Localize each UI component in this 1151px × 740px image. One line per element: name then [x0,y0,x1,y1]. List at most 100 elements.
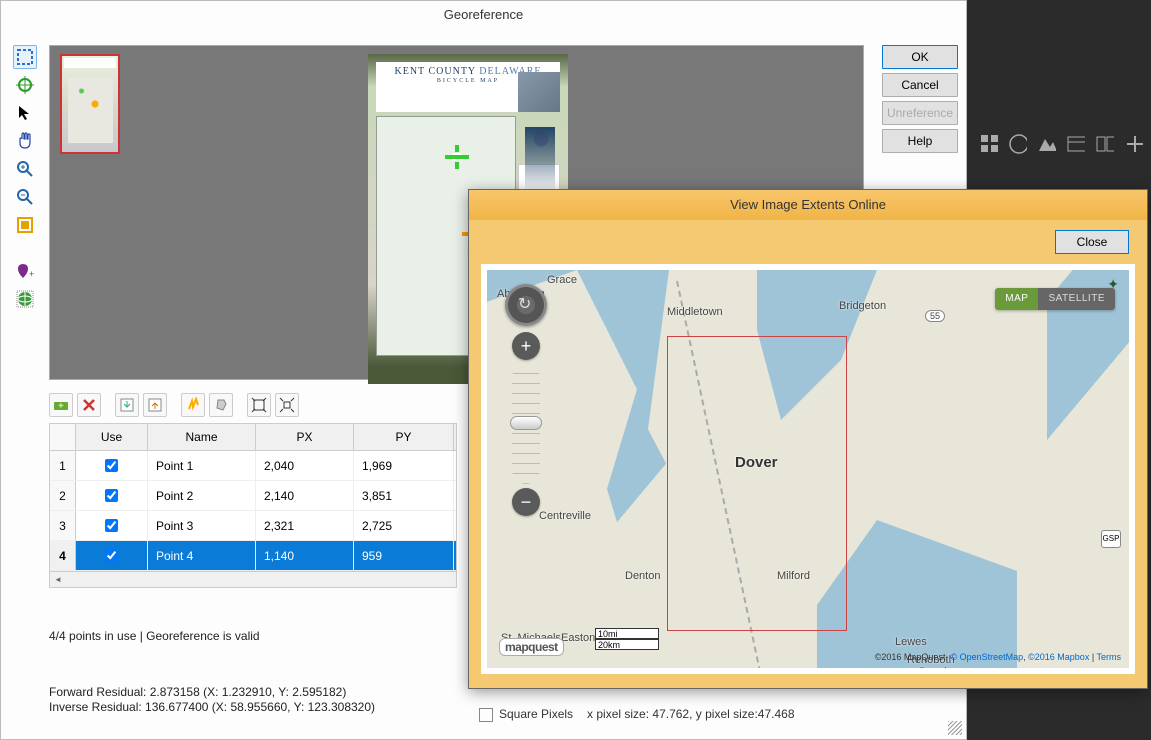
zoom-thumb[interactable] [510,416,542,430]
map-type-map[interactable]: MAP [995,288,1038,310]
mapquest-logo: mapquest [499,640,564,654]
city-label: Middletown [667,306,723,318]
map-compass-dial[interactable] [505,284,547,326]
map-attribution: ©2016 MapQuest, © OpenStreetMap, ©2016 M… [875,652,1121,662]
unreference-button[interactable]: Unreference [882,101,958,125]
resize-grip-icon[interactable] [948,721,962,735]
cell-py[interactable]: 959 [354,541,454,570]
tool-pan[interactable] [13,129,37,153]
svg-text:+: + [58,401,64,412]
city-label: Grace [547,274,577,286]
tool-view-online[interactable] [13,287,37,311]
cell-py[interactable]: 2,725 [354,511,454,540]
add-icon [1124,133,1143,155]
cell-px[interactable]: 1,140 [256,541,354,570]
table-row[interactable]: 1Point 12,0401,969 [50,451,456,481]
svg-text:+: + [29,269,34,279]
tool-add-point[interactable]: + [13,259,37,283]
cell-use[interactable] [76,481,148,510]
attr-osm-link[interactable]: © OpenStreetMap [950,652,1023,662]
cell-use[interactable] [76,541,148,570]
popup-body: Close Grace Aberdeen Middletown Bridgeto… [469,220,1147,688]
import-button[interactable] [115,393,139,417]
view-extents-popup: View Image Extents Online Close Grace Ab… [468,189,1148,689]
inverse-residual: Inverse Residual: 136.677400 (X: 58.9556… [49,700,375,715]
zoom-in-button[interactable]: + [512,332,540,360]
cell-name[interactable]: Point 4 [148,541,256,570]
city-label-dover: Dover [735,454,778,471]
table-hscroll[interactable] [50,571,456,587]
scale-mi: 10mi [595,628,659,639]
tool-target[interactable] [13,73,37,97]
globe-icon [1008,133,1027,155]
use-checkbox[interactable] [105,519,118,532]
residual-readout: Forward Residual: 2.873158 (X: 1.232910,… [49,685,375,715]
tool-zoom-in[interactable] [13,157,37,181]
use-checkbox[interactable] [105,489,118,502]
attr-terms-link[interactable]: Terms [1097,652,1122,662]
cell-px[interactable]: 2,140 [256,481,354,510]
zoom-out-button[interactable]: − [512,488,540,516]
cell-py[interactable]: 3,851 [354,481,454,510]
attr-copyright: ©2016 MapQuest, [875,652,951,662]
row-number: 4 [50,541,76,570]
status-line: 4/4 points in use | Georeference is vali… [49,629,260,643]
scale-bar: 10mi 20km [595,628,659,650]
point-table-toolbar: + [49,393,299,417]
tool-extent[interactable] [13,45,37,69]
zoom-points-out-button[interactable] [275,393,299,417]
overview-thumbnail[interactable] [60,54,120,154]
table-row[interactable]: 3Point 32,3212,725 [50,511,456,541]
square-pixels-checkbox[interactable]: Square Pixels [479,707,573,722]
popup-title: View Image Extents Online [469,190,1147,220]
tree-icon: ✦ [1107,276,1119,293]
auto-button[interactable] [181,393,205,417]
close-button[interactable]: Close [1055,230,1129,254]
table-row[interactable]: 4 Point 41,140959 [50,541,456,571]
cell-name[interactable]: Point 2 [148,481,256,510]
tool-pointer[interactable] [13,101,37,125]
city-label: Lewes [895,636,927,648]
tool-zoom-out[interactable] [13,185,37,209]
map-type-toggle: MAP SATELLITE [995,288,1115,310]
use-checkbox[interactable] [105,549,118,562]
export-button[interactable] [143,393,167,417]
header-py[interactable]: PY [354,424,454,450]
map-type-satellite[interactable]: SATELLITE [1038,288,1115,310]
delete-row-button[interactable] [77,393,101,417]
grid-icon [979,133,998,155]
zoom-points-in-button[interactable] [247,393,271,417]
cell-name[interactable]: Point 3 [148,511,256,540]
city-label: Easton [561,632,595,644]
zoom-slider[interactable] [512,364,540,484]
cell-py[interactable]: 1,969 [354,451,454,480]
route-shield: 55 [925,310,945,322]
settings-button[interactable] [209,393,233,417]
control-point-marker[interactable] [445,145,469,169]
forward-residual: Forward Residual: 2.873158 (X: 1.232910,… [49,685,375,700]
city-label: Milford [777,570,810,582]
cell-name[interactable]: Point 1 [148,451,256,480]
header-px[interactable]: PX [256,424,354,450]
header-rownum [50,424,76,450]
use-checkbox[interactable] [105,459,118,472]
cell-use[interactable] [76,511,148,540]
map-nav-controls: + − [505,284,545,516]
control-points-table: Use Name PX PY 1Point 12,0401,9692Point … [49,423,457,588]
table-row[interactable]: 2Point 22,1403,851 [50,481,456,511]
cell-px[interactable]: 2,321 [256,511,354,540]
ok-button[interactable]: OK [882,45,958,69]
tool-zoom-extent[interactable] [13,213,37,237]
cancel-button[interactable]: Cancel [882,73,958,97]
extent-rectangle [667,336,847,631]
cell-use[interactable] [76,451,148,480]
image-photo-strip [518,72,560,112]
help-button[interactable]: Help [882,129,958,153]
attr-mapbox-link[interactable]: ©2016 Mapbox [1028,652,1089,662]
online-map[interactable]: Grace Aberdeen Middletown Bridgeton Dove… [487,270,1129,668]
background-app-toolbar [971,124,1151,164]
add-row-button[interactable]: + [49,393,73,417]
cell-px[interactable]: 2,040 [256,451,354,480]
header-use[interactable]: Use [76,424,148,450]
header-name[interactable]: Name [148,424,256,450]
